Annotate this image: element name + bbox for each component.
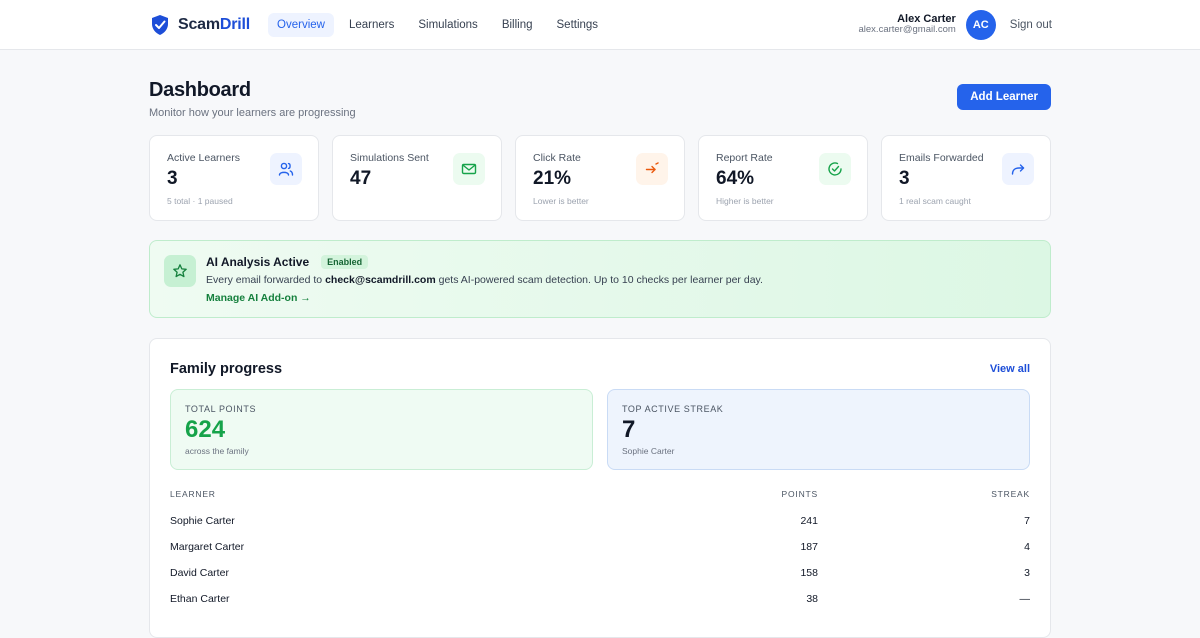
user-email: alex.carter@gmail.com	[858, 24, 956, 36]
table-row[interactable]: David Carter 158 3	[170, 560, 1030, 586]
column-points: POINTS	[781, 489, 818, 499]
total-points-note: across the family	[185, 446, 249, 456]
column-streak: STREAK	[991, 489, 1030, 499]
add-learner-button[interactable]: Add Learner	[957, 84, 1051, 110]
brand-logo[interactable]: ScamDrill	[150, 14, 250, 36]
learner-name: David Carter	[170, 567, 229, 579]
stat-note: 1 real scam caught	[899, 196, 971, 206]
sign-out-link[interactable]: Sign out	[1010, 19, 1052, 31]
family-progress-card: Family progress View all TOTAL POINTS 62…	[149, 338, 1051, 638]
total-points-label: TOTAL POINTS	[185, 404, 257, 414]
view-all-link[interactable]: View all	[990, 363, 1030, 375]
learner-name: Ethan Carter	[170, 593, 230, 605]
learner-points: 241	[800, 515, 818, 527]
learner-streak: —	[1019, 593, 1031, 605]
ai-analysis-banner: AI Analysis Active Enabled Every email f…	[149, 240, 1051, 318]
top-streak-value: 7	[622, 416, 636, 443]
nav-overview[interactable]: Overview	[268, 12, 334, 37]
table-header: LEARNER POINTS STREAK	[170, 489, 1030, 508]
top-streak-box: TOP ACTIVE STREAK 7 Sophie Carter	[607, 389, 1030, 470]
stat-card-simulations-sent: Simulations Sent 47	[332, 135, 502, 221]
table-row[interactable]: Sophie Carter 241 7	[170, 508, 1030, 534]
family-summary: TOTAL POINTS 624 across the family TOP A…	[170, 389, 1030, 470]
user-info: Alex Carter alex.carter@gmail.com	[859, 13, 956, 36]
learner-streak: 7	[1024, 515, 1030, 527]
stat-note: Lower is better	[533, 196, 589, 206]
table-row[interactable]: Margaret Carter 187 4	[170, 534, 1030, 560]
column-learner: LEARNER	[170, 489, 216, 499]
top-navigation-bar: ScamDrill Overview Learners Simulations …	[0, 0, 1200, 50]
family-progress-title: Family progress	[170, 360, 283, 377]
learner-points: 187	[800, 541, 818, 553]
page-subtitle: Monitor how your learners are progressin…	[149, 107, 356, 119]
check-email-address: check@scamdrill.com	[325, 274, 436, 286]
page-title: Dashboard	[149, 79, 251, 101]
learner-points: 158	[800, 567, 818, 579]
nav-billing[interactable]: Billing	[493, 13, 542, 37]
nav-simulations[interactable]: Simulations	[409, 13, 486, 37]
top-streak-label: TOP ACTIVE STREAK	[622, 404, 724, 414]
users-icon	[270, 153, 302, 185]
main-nav: Overview Learners Simulations Billing Se…	[268, 12, 608, 37]
arrow-click-icon	[636, 153, 668, 185]
page-header: Dashboard Monitor how your learners are …	[149, 50, 1051, 134]
manage-ai-addon-link[interactable]: Manage AI Add-on →	[206, 292, 311, 304]
mail-icon	[453, 153, 485, 185]
learner-streak: 4	[1024, 541, 1030, 553]
stat-card-report-rate: Report Rate 64% Higher is better	[698, 135, 868, 221]
user-area: Alex Carter alex.carter@gmail.com AC Sig…	[859, 9, 1052, 40]
shield-check-icon	[152, 14, 168, 35]
ai-title: AI Analysis Active	[206, 255, 310, 269]
avatar[interactable]: AC	[965, 9, 996, 40]
nav-settings[interactable]: Settings	[548, 13, 608, 37]
stat-card-click-rate: Click Rate 21% Lower is better	[515, 135, 685, 221]
stat-card-emails-forwarded: Emails Forwarded 3 1 real scam caught	[881, 135, 1051, 221]
star-icon	[164, 255, 196, 287]
stat-note: Higher is better	[716, 196, 774, 206]
main-content: Dashboard Monitor how your learners are …	[149, 50, 1051, 638]
top-streak-note: Sophie Carter	[622, 446, 675, 456]
learner-table: LEARNER POINTS STREAK Sophie Carter 241 …	[170, 489, 1030, 612]
learner-streak: 3	[1024, 567, 1030, 579]
brand-name: ScamDrill	[178, 15, 251, 33]
stats-row: Active Learners 3 5 total · 1 paused Sim…	[149, 135, 1051, 221]
nav-learners[interactable]: Learners	[340, 13, 403, 37]
ai-description: Every email forwarded to check@scamdrill…	[206, 274, 763, 286]
total-points-value: 624	[185, 416, 226, 443]
total-points-box: TOTAL POINTS 624 across the family	[170, 389, 593, 470]
forward-icon	[1002, 153, 1034, 185]
learner-points: 38	[806, 593, 818, 605]
learner-name: Margaret Carter	[170, 541, 245, 553]
table-row[interactable]: Ethan Carter 38 —	[170, 586, 1030, 612]
learner-name: Sophie Carter	[170, 515, 235, 527]
stat-note: 5 total · 1 paused	[167, 196, 233, 206]
check-circle-icon	[819, 153, 851, 185]
stat-card-active-learners: Active Learners 3 5 total · 1 paused	[149, 135, 319, 221]
enabled-badge: Enabled	[321, 255, 369, 269]
